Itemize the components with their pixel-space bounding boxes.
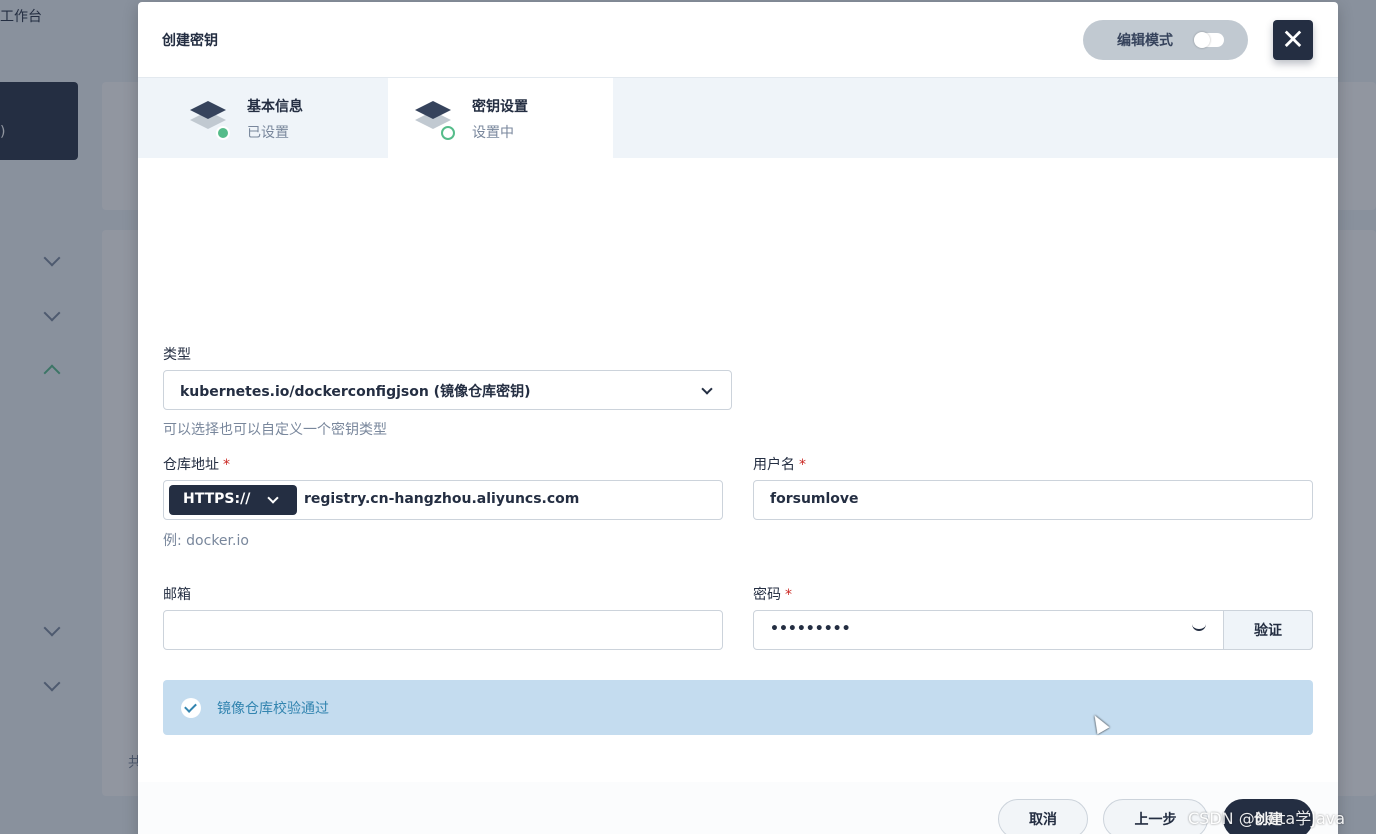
step-title: 基本信息	[247, 99, 303, 115]
password-label: 密码 *	[753, 584, 792, 604]
registry-hint: 例: docker.io	[163, 533, 249, 549]
registry-address-value: registry.cn-hangzhou.aliyuncs.com	[304, 491, 580, 507]
completed-status-dot	[216, 126, 230, 140]
registry-address-input[interactable]: HTTPS:// registry.cn-hangzhou.aliyuncs.c…	[163, 480, 723, 520]
password-label-text: 密码	[753, 587, 781, 603]
email-input[interactable]	[163, 610, 723, 650]
chevron-down-icon	[701, 383, 713, 395]
protocol-value: HTTPS://	[183, 491, 251, 507]
required-mark: *	[799, 457, 806, 473]
password-value: •••••••••	[770, 621, 851, 637]
protocol-select[interactable]: HTTPS://	[169, 485, 297, 515]
step-basic-info[interactable]: 基本信息 已设置	[138, 78, 388, 158]
modal-header: 创建密钥 编辑模式 ✕	[138, 2, 1338, 78]
check-circle-icon	[181, 697, 201, 718]
toggle-switch[interactable]	[1194, 32, 1224, 48]
step-tabs: 基本信息 已设置 密钥设置 设置中	[138, 78, 1338, 158]
type-select[interactable]: kubernetes.io/dockerconfigjson (镜像仓库密钥)	[163, 370, 732, 410]
username-input[interactable]: forsumlove	[753, 480, 1313, 520]
registry-label: 仓库地址 *	[163, 454, 230, 474]
modal-footer: 取消 上一步 创建	[138, 782, 1338, 834]
registry-label-text: 仓库地址	[163, 457, 219, 473]
chevron-down-icon	[267, 492, 279, 504]
watermark: CSDN @beita学Java	[1188, 809, 1346, 828]
cancel-button[interactable]: 取消	[998, 799, 1088, 834]
email-label: 邮箱	[163, 587, 191, 603]
alert-message: 镜像仓库校验通过	[217, 700, 329, 717]
step-status: 已设置	[247, 125, 289, 141]
password-input[interactable]: ••••••••• 验证	[753, 610, 1313, 650]
layers-icon	[411, 98, 455, 142]
in-progress-status-dot	[441, 126, 455, 140]
type-selected-value: kubernetes.io/dockerconfigjson (镜像仓库密钥)	[180, 384, 531, 400]
type-label: 类型	[163, 347, 191, 363]
step-title: 密钥设置	[472, 99, 528, 115]
create-secret-modal: 创建密钥 编辑模式 ✕ 基本信息 已设置 密钥设置 设置中 类型 kuberne…	[138, 2, 1338, 834]
close-button[interactable]: ✕	[1273, 20, 1313, 60]
eye-closed-icon[interactable]	[1192, 623, 1206, 631]
close-icon: ✕	[1281, 23, 1305, 56]
layers-icon	[186, 98, 230, 142]
edit-mode-label: 编辑模式	[1117, 33, 1173, 49]
step-status: 设置中	[472, 125, 514, 141]
username-label-text: 用户名	[753, 457, 795, 473]
type-hint: 可以选择也可以自定义一个密钥类型	[163, 422, 387, 438]
username-label: 用户名 *	[753, 454, 806, 474]
validation-success-alert: 镜像仓库校验通过	[163, 680, 1313, 735]
edit-mode-toggle[interactable]: 编辑模式	[1083, 20, 1248, 60]
verify-button[interactable]: 验证	[1223, 610, 1313, 650]
required-mark: *	[223, 457, 230, 473]
required-mark: *	[785, 587, 792, 603]
step-secret-settings[interactable]: 密钥设置 设置中	[388, 78, 613, 158]
username-value: forsumlove	[770, 491, 859, 507]
